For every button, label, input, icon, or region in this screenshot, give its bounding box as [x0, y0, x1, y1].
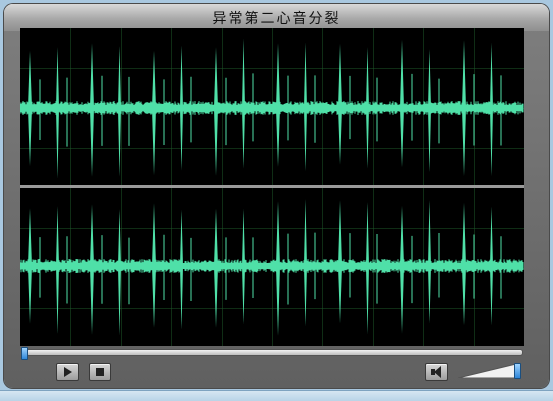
seek-bar[interactable] — [26, 349, 523, 356]
waveform-channel-left — [20, 38, 524, 179]
window-title: 异常第二心音分裂 — [212, 11, 341, 27]
stop-icon — [96, 368, 104, 376]
waveform-channel-right — [20, 199, 524, 337]
volume-slider[interactable] — [458, 364, 516, 378]
play-button[interactable] — [56, 363, 79, 381]
status-bar — [0, 390, 553, 401]
volume-thumb[interactable] — [514, 363, 521, 379]
stop-button[interactable] — [89, 363, 111, 381]
waveform-canvas — [20, 28, 524, 346]
channel-divider — [20, 185, 524, 188]
waveform-display[interactable] — [20, 28, 524, 346]
title-bar: 异常第二心音分裂 — [4, 4, 549, 31]
mute-button[interactable] — [425, 363, 448, 381]
play-icon — [64, 367, 72, 377]
seek-thumb[interactable] — [21, 347, 28, 360]
